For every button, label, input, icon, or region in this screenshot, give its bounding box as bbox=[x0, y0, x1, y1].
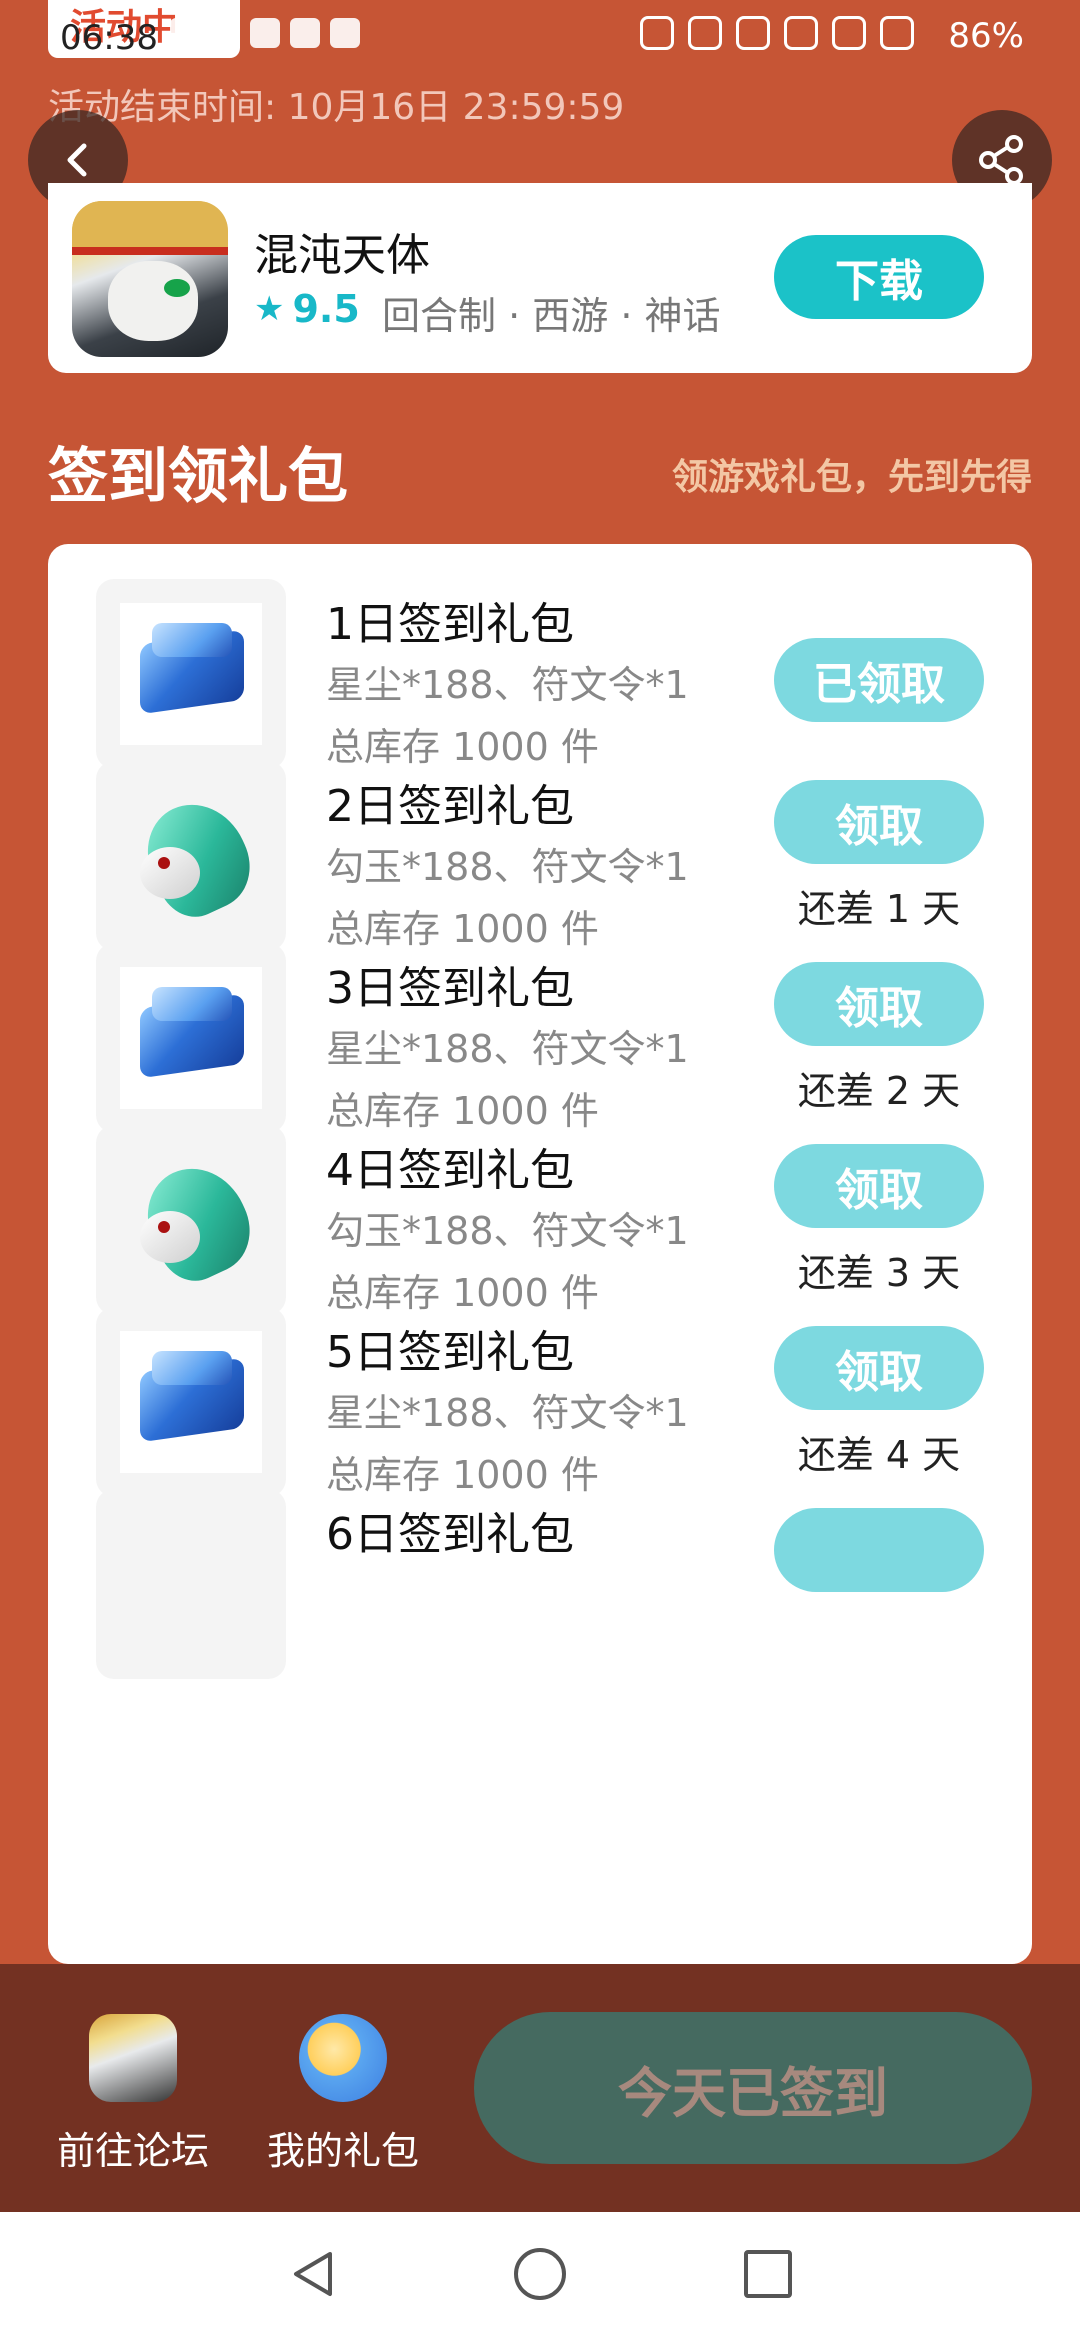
gift-list: 1日签到礼包 星尘*188、符文令*1 总库存 1000 件 已领取 2日签到礼… bbox=[48, 544, 1032, 1964]
claimed-button[interactable]: 已领取 bbox=[774, 638, 984, 722]
claim-button[interactable]: 领取 bbox=[774, 1144, 984, 1228]
video-app-icon bbox=[330, 18, 360, 48]
game-icon-eye bbox=[164, 279, 190, 297]
alipay-icon bbox=[210, 18, 240, 48]
chest-lid bbox=[152, 987, 232, 1021]
my-gifts-label: 我的礼包 bbox=[266, 2129, 419, 2173]
claim-button[interactable]: 领取 bbox=[774, 1326, 984, 1410]
forum-game-icon bbox=[89, 2014, 177, 2102]
go-to-forum-button[interactable]: 前往论坛 bbox=[48, 2014, 218, 2175]
gift-name: 2日签到礼包 bbox=[326, 781, 574, 832]
my-gifts-button[interactable]: 我的礼包 bbox=[258, 2014, 428, 2175]
claim-button[interactable]: 领取 bbox=[774, 780, 984, 864]
magatama-white-part bbox=[140, 1211, 200, 1263]
vibrate-icon bbox=[784, 16, 818, 50]
claim-button[interactable] bbox=[774, 1508, 984, 1592]
my-gifts-avatar-icon bbox=[299, 2014, 387, 2102]
nav-home-icon[interactable] bbox=[514, 2248, 566, 2300]
battery-icon bbox=[880, 16, 914, 50]
game-icon[interactable] bbox=[72, 201, 228, 357]
book-app-icon bbox=[250, 18, 280, 48]
nfc-icon bbox=[688, 16, 722, 50]
alipay-icon bbox=[290, 18, 320, 48]
chest-lid bbox=[152, 1351, 232, 1385]
game-rating: ★ 9.5 bbox=[254, 287, 360, 331]
gift-name: 5日签到礼包 bbox=[326, 1327, 574, 1378]
chest-lid bbox=[152, 623, 232, 657]
gift-items: 星尘*188、符文令*1 bbox=[326, 663, 689, 707]
back-arrow-icon bbox=[67, 143, 87, 177]
signed-in-today-button[interactable]: 今天已签到 bbox=[474, 2012, 1032, 2164]
game-icon-hat bbox=[72, 201, 228, 255]
system-nav-bar bbox=[0, 2212, 1080, 2340]
game-name: 混沌天体 bbox=[254, 230, 430, 281]
gift-items: 星尘*188、符文令*1 bbox=[326, 1027, 689, 1071]
gift-items: 勾玉*188、符文令*1 bbox=[326, 1209, 689, 1253]
gift-row-day-5: 5日签到礼包 星尘*188、符文令*1 总库存 1000 件 领取 还差 4 天 bbox=[48, 1272, 1032, 1497]
signal-icon bbox=[832, 16, 866, 50]
battery-percent: 86% bbox=[948, 16, 1024, 56]
share-icon bbox=[979, 135, 1023, 185]
game-card[interactable]: 混沌天体 ★ 9.5 回合制 · 西游 · 神话 下载 bbox=[48, 183, 1032, 373]
activity-end-time: 活动结束时间: 10月16日 23:59:59 bbox=[48, 87, 625, 128]
nav-recent-icon[interactable] bbox=[744, 2250, 792, 2298]
gift-items: 勾玉*188、符文令*1 bbox=[326, 845, 689, 889]
magatama-dot bbox=[158, 1221, 170, 1233]
gift-name: 3日签到礼包 bbox=[326, 963, 574, 1014]
notification-icons bbox=[170, 18, 360, 48]
section-subtitle: 领游戏礼包，先到先得 bbox=[671, 457, 1032, 498]
rating-score: 9.5 bbox=[292, 287, 360, 331]
game-tags: 回合制 · 西游 · 神话 bbox=[382, 294, 721, 338]
gift-items: 星尘*188、符文令*1 bbox=[326, 1391, 689, 1435]
download-button[interactable]: 下载 bbox=[774, 235, 984, 319]
gift-name: 1日签到礼包 bbox=[326, 599, 574, 650]
star-icon: ★ bbox=[254, 289, 285, 329]
eye-icon bbox=[640, 16, 674, 50]
status-time: 06:38 bbox=[60, 18, 158, 58]
alarm-icon bbox=[736, 16, 770, 50]
bottom-action-bar: 前往论坛 我的礼包 今天已签到 bbox=[0, 1964, 1080, 2212]
star-dust-chest-icon bbox=[120, 603, 262, 745]
gift-row-day-2: 2日签到礼包 勾玉*188、符文令*1 总库存 1000 件 领取 还差 1 天 bbox=[48, 726, 1032, 951]
gift-name: 4日签到礼包 bbox=[326, 1145, 574, 1196]
gift-row-day-3: 3日签到礼包 星尘*188、符文令*1 总库存 1000 件 领取 还差 2 天 bbox=[48, 908, 1032, 1133]
star-dust-chest-icon bbox=[120, 1331, 262, 1473]
claim-button[interactable]: 领取 bbox=[774, 962, 984, 1046]
nav-back-icon[interactable] bbox=[286, 2248, 338, 2300]
gift-name: 6日签到礼包 bbox=[326, 1509, 574, 1560]
magatama-dot bbox=[158, 857, 170, 869]
gift-row-day-1: 1日签到礼包 星尘*188、符文令*1 总库存 1000 件 已领取 bbox=[48, 544, 1032, 769]
status-bar: 活动中 06:38 86% bbox=[0, 0, 1080, 80]
system-status-icons bbox=[640, 16, 914, 50]
star-dust-chest-icon bbox=[120, 967, 262, 1109]
forum-label: 前往论坛 bbox=[56, 2129, 209, 2173]
gift-row-day-4: 4日签到礼包 勾玉*188、符文令*1 总库存 1000 件 领取 还差 3 天 bbox=[48, 1090, 1032, 1315]
section-title: 签到领礼包 bbox=[48, 442, 348, 512]
stock-app-icon bbox=[170, 18, 200, 48]
gift-icon bbox=[96, 1489, 286, 1679]
magatama-white-part bbox=[140, 847, 200, 899]
game-icon-face bbox=[108, 261, 198, 341]
gift-row-day-6: 6日签到礼包 bbox=[48, 1454, 1032, 1679]
